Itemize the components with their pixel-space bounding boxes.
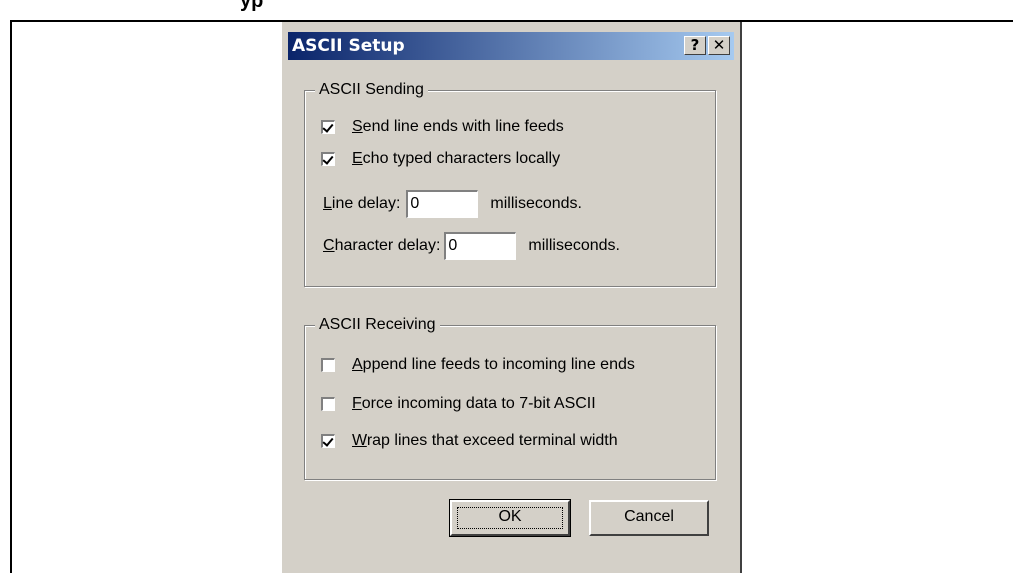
wrap-lines-label: Wrap lines that exceed terminal width [352, 432, 618, 449]
character-delay-row: Character delay: 0 milliseconds. [323, 232, 620, 260]
line-delay-input[interactable]: 0 [406, 190, 479, 218]
send-line-ends-checkbox[interactable] [321, 120, 335, 134]
send-line-ends-checkbox-row[interactable]: Send line ends with line feeds [321, 116, 564, 138]
ascii-receiving-title: ASCII Receiving [315, 314, 440, 336]
help-button[interactable]: ? [684, 36, 706, 55]
line-delay-unit: milliseconds. [490, 195, 582, 212]
force-7bit-checkbox[interactable] [321, 397, 335, 411]
cancel-button[interactable]: Cancel [589, 500, 709, 536]
force-7bit-label: Force incoming data to 7-bit ASCII [352, 395, 596, 412]
partial-heading-text: yp [240, 0, 264, 12]
append-line-feeds-label: Append line feeds to incoming line ends [352, 356, 635, 373]
close-button[interactable]: ✕ [708, 36, 730, 55]
character-delay-label: Character delay: [323, 237, 441, 254]
ascii-setup-dialog: ASCII Setup ? ✕ ASCII Sending Send line … [280, 22, 742, 573]
ascii-sending-title: ASCII Sending [315, 79, 428, 101]
ok-button[interactable]: OK [449, 499, 571, 537]
ascii-sending-group: ASCII Sending Send line ends with line f… [304, 79, 716, 287]
append-line-feeds-checkbox-row[interactable]: Append line feeds to incoming line ends [321, 354, 635, 376]
dialog-title: ASCII Setup [292, 36, 405, 56]
wrap-lines-checkbox-row[interactable]: Wrap lines that exceed terminal width [321, 430, 618, 452]
force-7bit-checkbox-row[interactable]: Force incoming data to 7-bit ASCII [321, 393, 596, 415]
echo-typed-checkbox[interactable] [321, 152, 335, 166]
page-background [0, 0, 1013, 20]
character-delay-unit: milliseconds. [528, 237, 620, 254]
frame-border-left [10, 20, 12, 573]
append-line-feeds-checkbox[interactable] [321, 358, 335, 372]
line-delay-label: Line delay: [323, 195, 401, 212]
wrap-lines-checkbox[interactable] [321, 434, 335, 448]
ascii-receiving-group: ASCII Receiving Append line feeds to inc… [304, 314, 716, 480]
send-line-ends-label: Send line ends with line feeds [352, 118, 564, 135]
title-bar[interactable]: ASCII Setup ? ✕ [288, 32, 734, 60]
echo-typed-label: Echo typed characters locally [352, 150, 561, 167]
line-delay-row: Line delay: 0 milliseconds. [323, 190, 582, 218]
character-delay-input[interactable]: 0 [444, 232, 517, 260]
echo-typed-checkbox-row[interactable]: Echo typed characters locally [321, 148, 560, 170]
ok-focus-rect [457, 507, 563, 529]
